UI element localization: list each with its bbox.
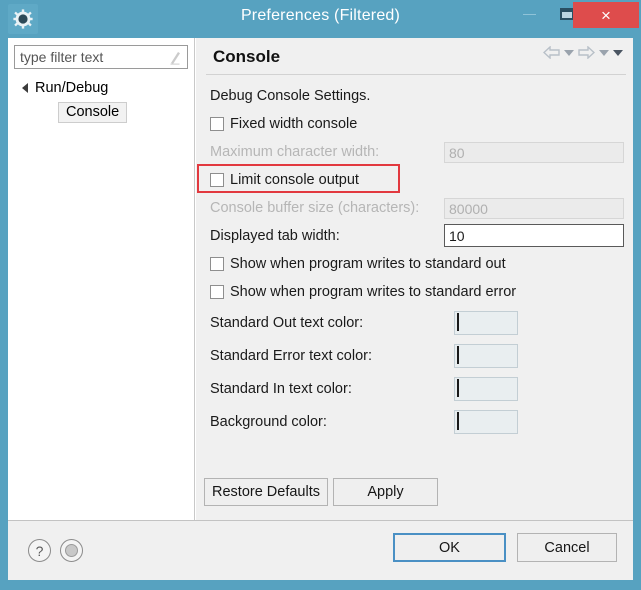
page-navigation-toolbar	[543, 46, 623, 59]
setting-row-fixed-width-console[interactable]: Fixed width console	[196, 110, 633, 138]
tree-item-label: Console	[58, 101, 128, 123]
color-swatch-standard-in[interactable]	[454, 377, 518, 401]
setting-label: Fixed width console	[230, 116, 358, 132]
color-swatch-standard-error[interactable]	[454, 344, 518, 368]
setting-label: Show when program writes to standard err…	[230, 284, 517, 300]
color-row-standard-out: Standard Out text color:	[196, 306, 633, 339]
color-row-standard-in: Standard In text color:	[196, 372, 633, 405]
tree-item-label: Run/Debug	[35, 80, 109, 96]
color-swatch-fill	[457, 346, 459, 364]
minimize-button[interactable]	[511, 0, 547, 28]
setting-row-maximum-character-width: Maximum character width:	[196, 138, 633, 166]
setting-row-console-buffer-size: Console buffer size (characters):	[196, 194, 633, 222]
input-console-buffer-size	[444, 198, 624, 219]
color-swatch-fill	[457, 313, 459, 331]
dialog-body: Run/Debug Console Console	[8, 38, 633, 520]
forward-arrow-icon[interactable]	[578, 46, 595, 59]
color-label: Standard Out text color:	[210, 314, 364, 331]
setting-label: Displayed tab width:	[210, 228, 340, 244]
color-swatch-standard-out[interactable]	[454, 311, 518, 335]
setting-label: Console buffer size (characters):	[210, 200, 420, 216]
filter-clear-icon[interactable]	[168, 50, 182, 65]
tree-item-console[interactable]: Console	[8, 100, 195, 124]
settings-list: Debug Console Settings. Fixed width cons…	[196, 82, 633, 438]
console-preferences-panel: Console Debug Console Settings. Fixed wi…	[196, 38, 633, 520]
preferences-window: Preferences (Filtered) × Ru	[0, 0, 641, 590]
page-title: Console	[213, 47, 281, 66]
cancel-button[interactable]: Cancel	[517, 533, 617, 562]
color-label: Standard Error text color:	[210, 347, 372, 364]
setting-label: Maximum character width:	[210, 144, 380, 160]
restore-window-icon	[560, 8, 574, 20]
search-input[interactable]	[20, 49, 150, 65]
color-label: Standard In text color:	[210, 380, 352, 397]
checkbox-limit-console-output[interactable]	[210, 173, 224, 187]
view-menu-chevron-down-icon[interactable]	[613, 49, 623, 56]
restore-defaults-button[interactable]: Restore Defaults	[204, 478, 328, 506]
question-mark-icon[interactable]: ?	[28, 539, 51, 562]
expanded-triangle-icon[interactable]	[22, 83, 28, 93]
setting-row-displayed-tab-width[interactable]: Displayed tab width:	[196, 222, 633, 250]
color-label: Background color:	[210, 413, 327, 430]
filter-box[interactable]	[14, 45, 188, 69]
close-icon: ×	[601, 5, 611, 25]
setting-label: Show when program writes to standard out	[230, 256, 506, 272]
title-bar: Preferences (Filtered) ×	[0, 0, 641, 38]
checkbox-show-standard-out[interactable]	[210, 257, 224, 271]
checkbox-fixed-width-console[interactable]	[210, 117, 224, 131]
setting-label: Limit console output	[230, 172, 359, 188]
group-label: Debug Console Settings.	[210, 88, 371, 104]
checkbox-show-standard-error[interactable]	[210, 285, 224, 299]
setting-row-show-standard-out[interactable]: Show when program writes to standard out	[196, 250, 633, 278]
apply-to-all-disc	[65, 544, 78, 557]
back-arrow-icon[interactable]	[543, 46, 560, 59]
preferences-tree: Run/Debug Console	[8, 76, 195, 124]
ok-button[interactable]: OK	[393, 533, 506, 562]
close-button[interactable]: ×	[573, 2, 639, 28]
preferences-tree-panel: Run/Debug Console	[8, 38, 195, 520]
setting-row-show-standard-error[interactable]: Show when program writes to standard err…	[196, 278, 633, 306]
page-header: Console	[196, 38, 633, 75]
tree-item-run-debug[interactable]: Run/Debug	[8, 76, 195, 100]
group-label-row: Debug Console Settings.	[196, 82, 633, 110]
color-row-standard-error: Standard Error text color:	[196, 339, 633, 372]
color-swatch-background[interactable]	[454, 410, 518, 434]
color-swatch-fill	[457, 412, 459, 430]
input-maximum-character-width	[444, 142, 624, 163]
minimize-icon	[522, 13, 536, 15]
header-divider	[206, 74, 626, 75]
input-displayed-tab-width[interactable]	[444, 224, 624, 247]
apply-to-all-icon[interactable]	[60, 539, 83, 562]
apply-button[interactable]: Apply	[333, 478, 438, 506]
chevron-down-icon[interactable]	[564, 49, 574, 56]
chevron-down-icon[interactable]	[599, 49, 609, 56]
help-glyph: ?	[35, 542, 44, 559]
setting-row-limit-console-output[interactable]: Limit console output	[196, 166, 633, 194]
color-swatch-fill	[457, 379, 459, 397]
color-row-background: Background color:	[196, 405, 633, 438]
